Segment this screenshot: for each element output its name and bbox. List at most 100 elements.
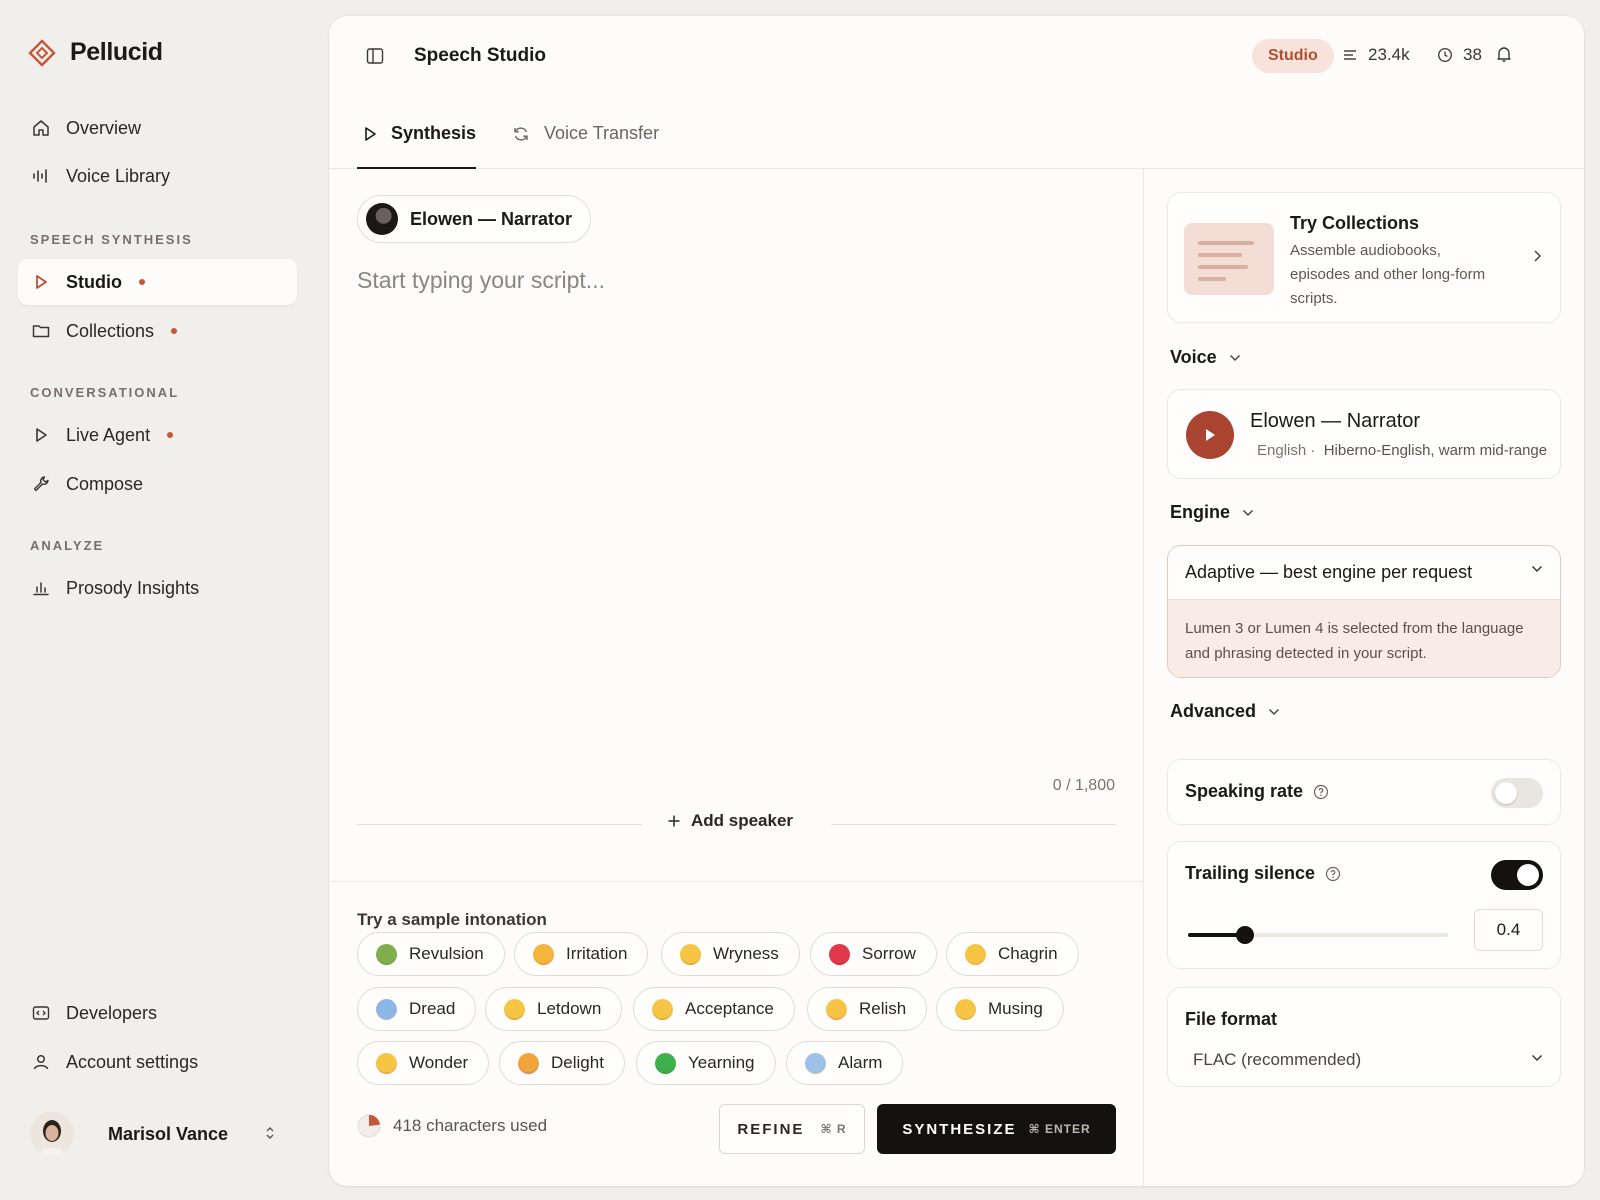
chevron-down-icon — [1242, 509, 1254, 517]
intonation-pill-revulsion[interactable]: Revulsion — [357, 932, 505, 976]
intonation-pill-irritation[interactable]: Irritation — [514, 932, 649, 976]
brand[interactable]: Pellucid — [28, 38, 163, 67]
refine-button[interactable]: REFINE ⌘ R — [719, 1104, 865, 1154]
intonation-pill-yearning[interactable]: Yearning — [636, 1041, 776, 1085]
intonation-pill-musing[interactable]: Musing — [936, 987, 1064, 1031]
folder-icon — [31, 321, 51, 341]
engine-section-toggle[interactable]: Engine — [1170, 502, 1254, 523]
sidebar-item-compose[interactable]: Compose — [18, 461, 297, 507]
script-input[interactable]: Start typing your script... — [357, 267, 605, 294]
sidebar-item-overview[interactable]: Overview — [18, 105, 297, 151]
section-label-conversational: CONVERSATIONAL — [30, 385, 180, 400]
add-speaker-row: Add speaker — [357, 809, 1116, 839]
usage-pie-icon — [357, 1114, 381, 1138]
sidebar-item-developers[interactable]: Developers — [18, 990, 297, 1036]
plus-icon — [667, 814, 681, 828]
sidebar-item-live-agent[interactable]: Live Agent — [18, 412, 297, 458]
credits-value: 23.4k — [1368, 45, 1410, 64]
tab-voice-transfer[interactable]: Voice Transfer — [512, 123, 659, 169]
trailing-silence-label: Trailing silence — [1185, 863, 1341, 884]
intonation-pill-wryness[interactable]: Wryness — [661, 932, 800, 976]
sidebar-item-prosody-insights[interactable]: Prosody Insights — [18, 565, 297, 611]
chevron-right-icon — [1532, 249, 1542, 263]
disappointed-face-icon — [504, 998, 525, 1020]
intonation-pill-dread[interactable]: Dread — [357, 987, 477, 1031]
flushed-face-icon — [965, 943, 986, 965]
sidebar-item-account-settings[interactable]: Account settings — [18, 1039, 297, 1085]
intonation-pill-letdown[interactable]: Letdown — [485, 987, 623, 1031]
intonation-pill-acceptance[interactable]: Acceptance — [633, 987, 795, 1031]
intonation-pill-chagrin[interactable]: Chagrin — [946, 932, 1079, 976]
intonation-pill-sorrow[interactable]: Sorrow — [810, 932, 937, 976]
speaker-avatar — [366, 203, 398, 235]
intonation-pill-wonder[interactable]: Wonder — [357, 1041, 490, 1085]
engine-label: Engine — [1170, 502, 1231, 522]
help-icon[interactable] — [1325, 866, 1341, 882]
collections-title: Try Collections — [1290, 213, 1420, 233]
trailing-silence-toggle[interactable] — [1491, 860, 1543, 890]
intonation-pill-delight[interactable]: Delight — [499, 1041, 625, 1085]
synthesize-button[interactable]: SYNTHESIZE ⌘ ENTER — [877, 1104, 1116, 1154]
collections-description: Assemble audiobooks, episodes and other … — [1290, 242, 1486, 307]
script-editor: Elowen — Narrator Start typing your scri… — [329, 169, 1144, 1186]
collections-thumbnail — [1184, 223, 1274, 295]
sidebar-item-label: Developers — [66, 1002, 158, 1023]
voice-preview-button[interactable] — [1186, 411, 1234, 459]
trailing-silence-slider[interactable] — [1188, 926, 1448, 944]
intonation-pill-alarm[interactable]: Alarm — [786, 1041, 904, 1085]
intonation-label: Acceptance — [685, 999, 774, 1018]
intonation-pill-relish[interactable]: Relish — [807, 987, 928, 1031]
chevron-up-down-icon[interactable] — [264, 1125, 276, 1141]
sample-intonation-label: Try a sample intonation — [357, 910, 547, 929]
file-format-select[interactable]: FLAC (recommended) — [1193, 1046, 1543, 1074]
trailing-silence-card: Trailing silence 0.4 — [1167, 841, 1561, 969]
eye-roll-face-icon — [680, 943, 701, 965]
tab-synthesis[interactable]: Synthesis — [357, 123, 476, 169]
file-format-label: File format — [1185, 1009, 1278, 1029]
waveform-icon — [31, 166, 51, 186]
play-icon — [363, 126, 377, 142]
collections-promo-card[interactable]: Try Collections Assemble audiobooks, epi… — [1167, 192, 1561, 323]
slider-handle[interactable] — [1236, 926, 1255, 944]
engine-select[interactable]: Adaptive — best engine per request — [1168, 546, 1560, 600]
brand-name: Pellucid — [70, 38, 163, 66]
voice-card[interactable]: Elowen — Narrator English · Hiberno-Engl… — [1167, 389, 1561, 479]
divider — [831, 824, 1116, 825]
divider — [329, 881, 1143, 882]
clock-icon — [1437, 47, 1453, 63]
bar-chart-icon — [31, 578, 51, 598]
settings-panel: Try Collections Assemble audiobooks, epi… — [1144, 169, 1584, 1186]
green-heart-icon — [655, 1052, 676, 1074]
bell-icon[interactable] — [1494, 44, 1514, 64]
usage-indicator: 418 characters used — [357, 1114, 547, 1138]
user-menu[interactable]: Marisol Vance — [30, 1111, 290, 1157]
chevron-down-icon — [1531, 1054, 1543, 1062]
sidebar-item-label: Live Agent — [66, 424, 151, 445]
engine-card: Adaptive — best engine per request Lumen… — [1167, 545, 1561, 678]
notification-dot — [167, 432, 174, 438]
sidebar-item-label: Studio — [66, 271, 122, 292]
intonation-label: Revulsion — [409, 944, 484, 963]
trailing-silence-input[interactable]: 0.4 — [1474, 909, 1543, 951]
add-speaker-label: Add speaker — [691, 811, 794, 830]
intonation-label: Relish — [859, 999, 907, 1018]
advanced-section-toggle[interactable]: Advanced — [1170, 701, 1280, 722]
sidebar-item-voice-library[interactable]: Voice Library — [18, 153, 297, 199]
sidebar-toggle-icon[interactable] — [365, 46, 385, 66]
refine-label: REFINE — [737, 1120, 805, 1138]
help-icon[interactable] — [1313, 784, 1329, 800]
notification-dot — [139, 279, 145, 285]
file-format-card: File format FLAC (recommended) — [1167, 987, 1561, 1087]
sidebar-item-studio[interactable]: Studio — [18, 259, 297, 305]
speaker-chip[interactable]: Elowen — Narrator — [357, 195, 592, 243]
intonation-label: Yearning — [688, 1053, 755, 1072]
notification-dot — [171, 328, 178, 334]
sidebar-item-collections[interactable]: Collections — [18, 308, 297, 354]
plan-badge[interactable]: Studio — [1252, 39, 1334, 73]
chevron-down-icon — [1229, 354, 1241, 362]
speaking-rate-toggle[interactable] — [1491, 778, 1543, 808]
voice-section-toggle[interactable]: Voice — [1170, 347, 1241, 368]
party-popper-icon — [518, 1052, 539, 1074]
add-speaker-button[interactable]: Add speaker — [667, 811, 793, 831]
chevron-down-icon — [1268, 708, 1280, 716]
